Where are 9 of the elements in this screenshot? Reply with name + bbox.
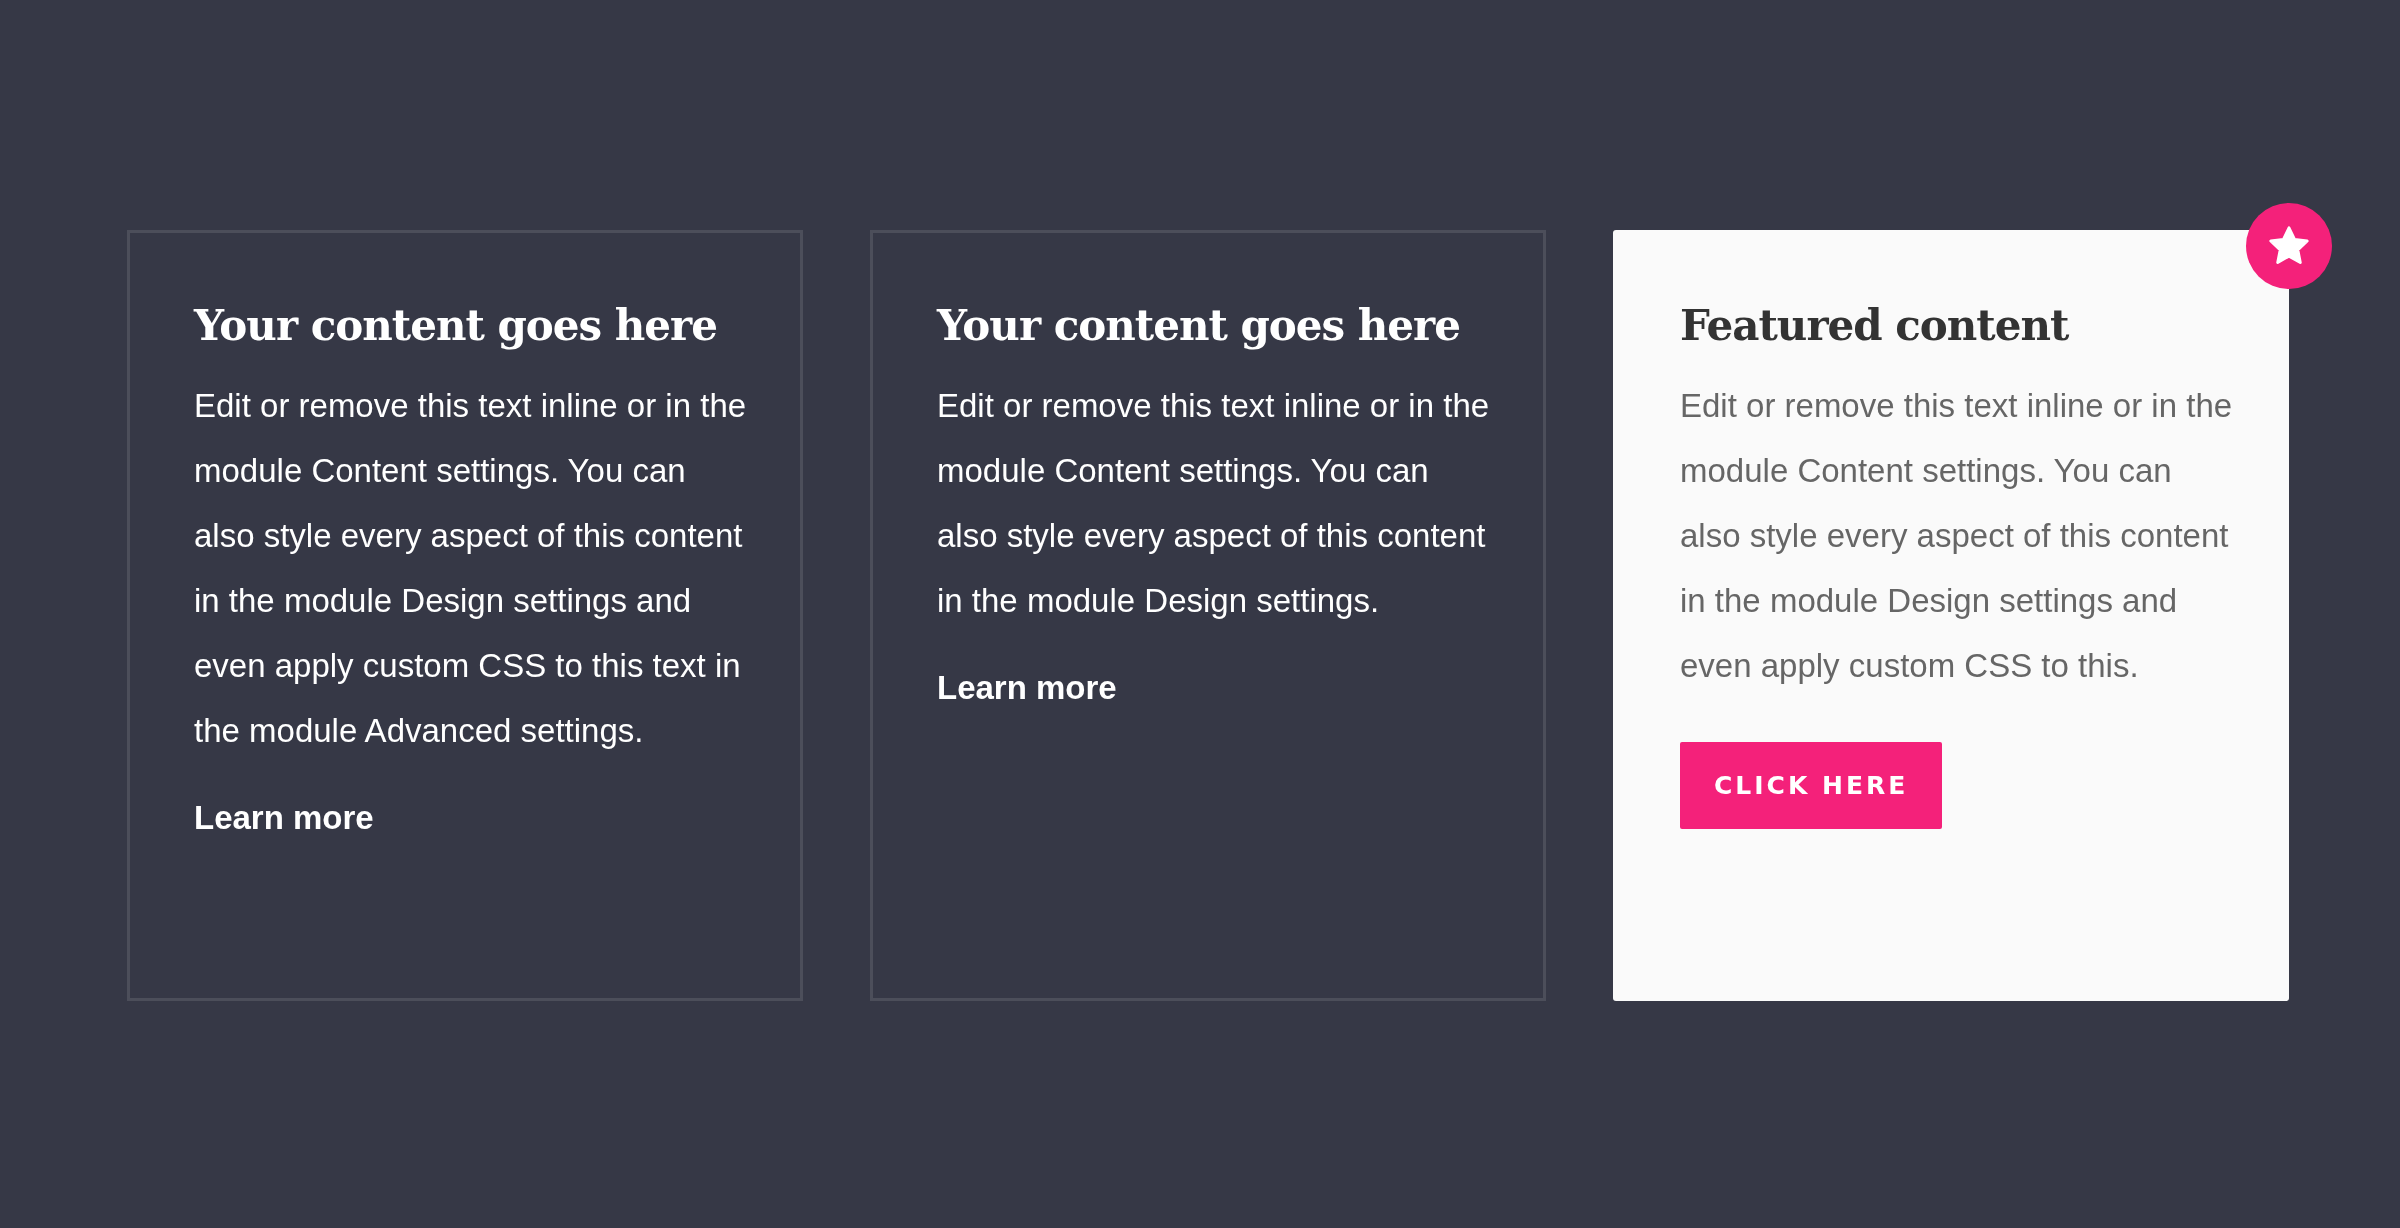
learn-more-link[interactable]: Learn more bbox=[194, 799, 374, 838]
card-text: Edit or remove this text inline or in the module Content settings. You can also style every aspect of this content in the module Design settings. bbox=[937, 386, 1491, 622]
card-title: Featured content bbox=[1680, 301, 2070, 352]
card-text: Edit or remove this text inline or in the module Content settings. You can also style every aspect of this content in the module Design settings and even apply custom CSS to this. bbox=[1680, 386, 2234, 687]
card-title: Your content goes here bbox=[194, 301, 718, 352]
learn-more-link[interactable]: Learn more bbox=[937, 669, 1117, 708]
card-text: Edit or remove this text inline or in the module Content settings. You can also style every aspect of this content in the module Design settings and even apply custom CSS to this text in the module Advanced settings. bbox=[194, 386, 748, 752]
cta-button[interactable]: CLICK HERE bbox=[1680, 742, 1943, 830]
card-title: Your content goes here bbox=[937, 301, 1461, 352]
